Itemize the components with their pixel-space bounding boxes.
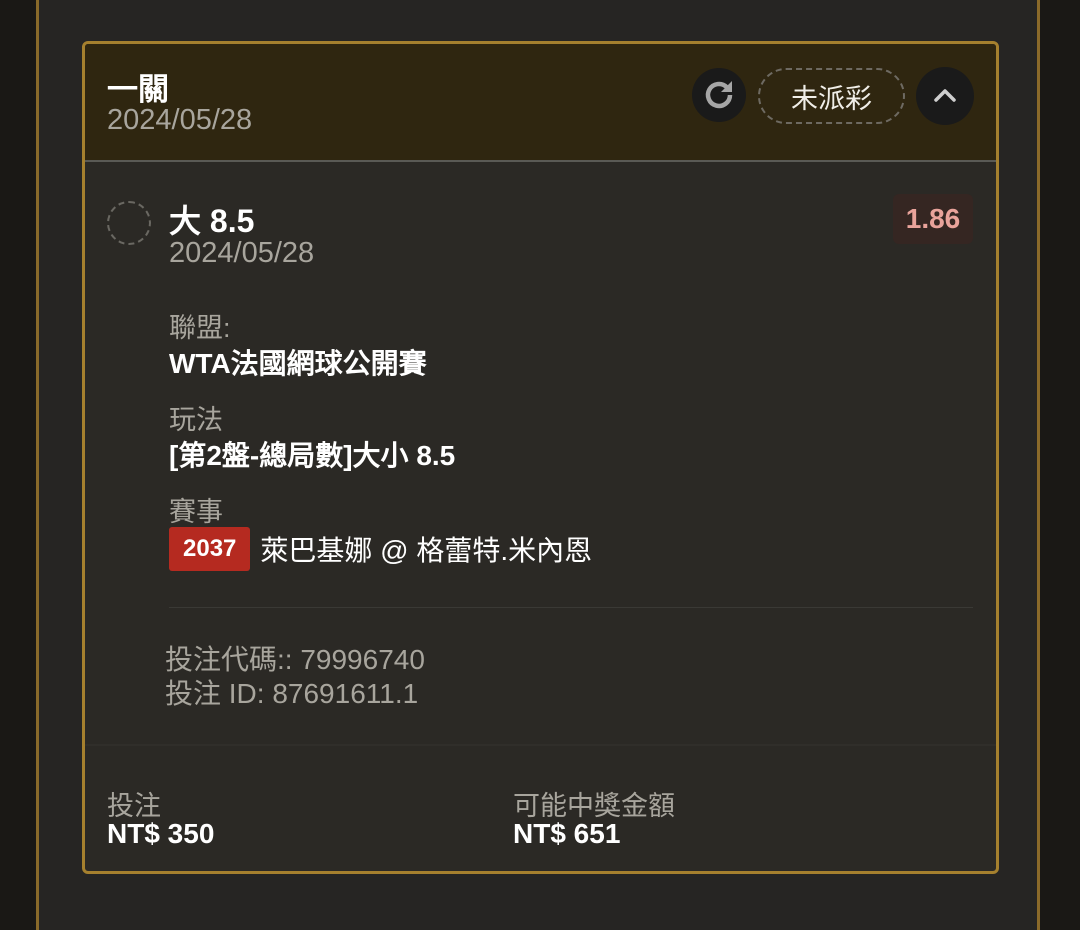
status-badge: 未派彩: [758, 68, 905, 124]
market-value: [第2盤-總局數]大小 8.5: [169, 440, 456, 471]
footer-divider: [85, 744, 996, 746]
league-label: 聯盟:: [169, 313, 231, 343]
event-id-badge: 2037: [169, 527, 251, 571]
bet-type-title: 一關: [107, 72, 169, 107]
bet-slip-card: 一關 2024/05/28 未派彩 大 8.5 2024/05/28 1.86 …: [82, 41, 999, 874]
event-row: 2037 萊巴基娜 @ 格蕾特.米內恩: [169, 527, 592, 571]
bet-date: 2024/05/28: [107, 104, 253, 136]
chevron-up-icon: [934, 89, 956, 102]
event-label: 賽事: [169, 497, 223, 527]
bet-id: 投注 ID: 87691611.1: [165, 678, 419, 709]
bet-slip-header: 一關 2024/05/28 未派彩: [85, 44, 996, 162]
selection-date: 2024/05/28: [169, 237, 315, 269]
selection-radio[interactable]: [107, 201, 151, 245]
collapse-button[interactable]: [916, 67, 974, 125]
payout-value: NT$ 651: [513, 818, 621, 849]
refresh-icon: [705, 81, 733, 109]
refresh-button[interactable]: [692, 68, 746, 122]
league-value: WTA法國網球公開賽: [169, 348, 427, 379]
selection-name: 大 8.5: [169, 203, 255, 239]
divider: [169, 607, 973, 608]
stake-value: NT$ 350: [107, 818, 215, 849]
market-label: 玩法: [169, 405, 223, 435]
odds-badge: 1.86: [893, 194, 973, 244]
event-name: 萊巴基娜 @ 格蕾特.米內恩: [260, 535, 593, 566]
